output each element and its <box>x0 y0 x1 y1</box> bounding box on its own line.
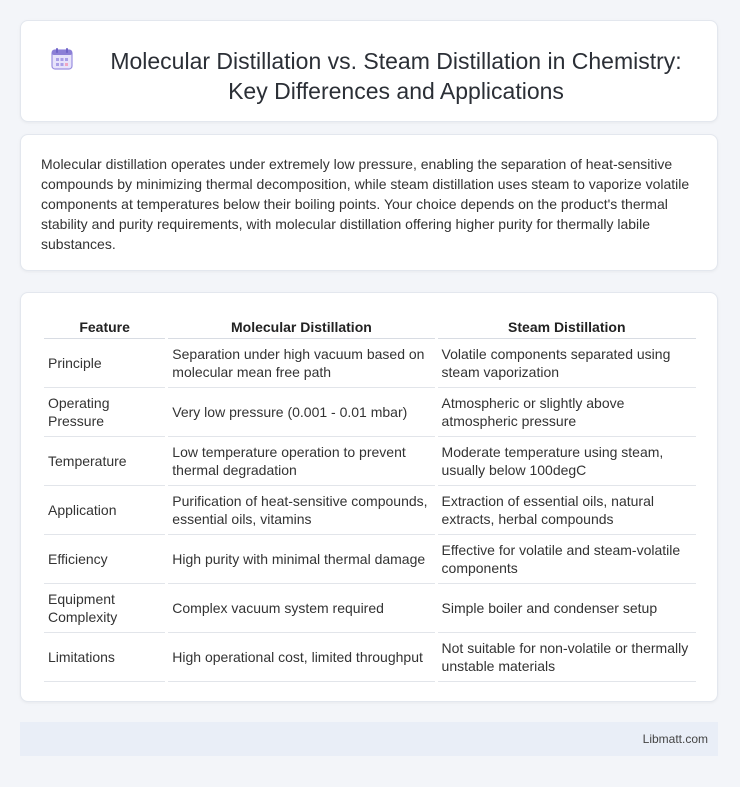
steam-cell: Extraction of essential oils, natural ex… <box>437 486 696 535</box>
steam-cell: Not suitable for non-volatile or thermal… <box>437 633 696 682</box>
page-title: Molecular Distillation vs. Steam Distill… <box>110 48 682 104</box>
feature-cell: Application <box>44 486 166 535</box>
footer-brand[interactable]: Libmatt.com <box>643 732 708 746</box>
feature-cell: Principle <box>44 339 166 388</box>
molecular-cell: Separation under high vacuum based on mo… <box>168 339 435 388</box>
molecular-cell: High purity with minimal thermal damage <box>168 535 435 584</box>
steam-cell: Atmospheric or slightly above atmospheri… <box>437 388 696 437</box>
table-row: Application Purification of heat-sensiti… <box>44 486 696 535</box>
steam-cell: Simple boiler and condenser setup <box>437 584 696 633</box>
feature-cell: Operating Pressure <box>44 388 166 437</box>
header-feature: Feature <box>44 315 166 339</box>
table-header-row: Feature Molecular Distillation Steam Dis… <box>44 315 696 339</box>
feature-cell: Equipment Complexity <box>44 584 166 633</box>
title-card: Molecular Distillation vs. Steam Distill… <box>20 20 718 122</box>
header-molecular: Molecular Distillation <box>168 315 435 339</box>
table-row: Equipment Complexity Complex vacuum syst… <box>44 584 696 633</box>
molecular-cell: Complex vacuum system required <box>168 584 435 633</box>
molecular-cell: Very low pressure (0.001 - 0.01 mbar) <box>168 388 435 437</box>
table-row: Temperature Low temperature operation to… <box>44 437 696 486</box>
calendar-icon <box>49 46 75 72</box>
table-row: Efficiency High purity with minimal ther… <box>44 535 696 584</box>
intro-card: Molecular distillation operates under ex… <box>20 134 718 271</box>
molecular-cell: Purification of heat-sensitive compounds… <box>168 486 435 535</box>
molecular-cell: High operational cost, limited throughpu… <box>168 633 435 682</box>
table-row: Limitations High operational cost, limit… <box>44 633 696 682</box>
steam-cell: Volatile components separated using stea… <box>437 339 696 388</box>
feature-cell: Efficiency <box>44 535 166 584</box>
molecular-cell: Low temperature operation to prevent the… <box>168 437 435 486</box>
comparison-table: Feature Molecular Distillation Steam Dis… <box>41 315 699 682</box>
steam-cell: Effective for volatile and steam-volatil… <box>437 535 696 584</box>
table-row: Operating Pressure Very low pressure (0.… <box>44 388 696 437</box>
feature-cell: Temperature <box>44 437 166 486</box>
feature-cell: Limitations <box>44 633 166 682</box>
header-steam: Steam Distillation <box>437 315 696 339</box>
table-row: Principle Separation under high vacuum b… <box>44 339 696 388</box>
steam-cell: Moderate temperature using steam, usuall… <box>437 437 696 486</box>
intro-paragraph: Molecular distillation operates under ex… <box>41 156 690 252</box>
footer-bar: Libmatt.com <box>20 722 718 756</box>
comparison-card: Feature Molecular Distillation Steam Dis… <box>20 292 718 702</box>
